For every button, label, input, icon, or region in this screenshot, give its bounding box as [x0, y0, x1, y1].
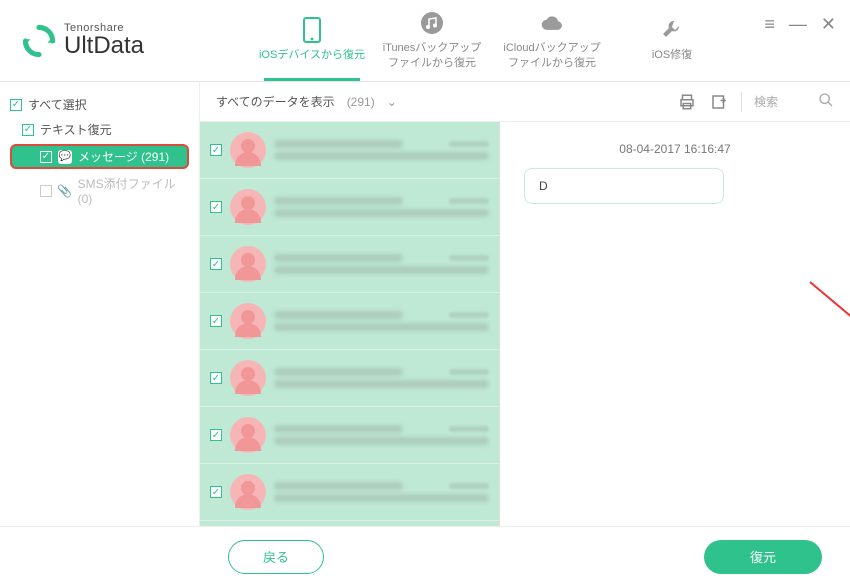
tree-messages[interactable]: ✓ 💬 メッセージ (291)	[10, 144, 189, 169]
list-item[interactable]: ✓	[200, 407, 499, 464]
checkbox-icon[interactable]: ✓	[40, 151, 52, 163]
tree-label: メッセージ (291)	[78, 148, 169, 165]
logo-icon	[22, 24, 56, 58]
sidebar: ✓ すべて選択 ✓ テキスト復元 ✓ 💬 メッセージ (291) ✓ 📎 SMS…	[0, 82, 200, 526]
phone-icon	[300, 18, 324, 42]
music-disc-icon	[420, 11, 444, 35]
list-item[interactable]: ✓	[200, 464, 499, 521]
tab-label: iTunesバックアップ ファイルから復元	[383, 41, 482, 70]
checkbox-icon[interactable]: ✓	[210, 315, 222, 327]
header: Tenorshare UltData iOSデバイスから復元 iTunesバック…	[0, 0, 850, 82]
tab-label: iCloudバックアップ ファイルから復元	[503, 41, 600, 70]
list-item[interactable]: ✓	[200, 236, 499, 293]
annotation-arrow	[800, 272, 850, 526]
tab-label: iOSデバイスから復元	[259, 48, 365, 62]
cloud-icon	[540, 11, 564, 35]
checkbox-icon[interactable]: ✓	[10, 99, 22, 111]
tree-text-recovery[interactable]: ✓ テキスト復元	[0, 117, 199, 142]
brand-big: UltData	[64, 34, 144, 58]
back-button[interactable]: 戻る	[228, 540, 324, 574]
checkbox-icon[interactable]: ✓	[210, 201, 222, 213]
message-bubble: D	[524, 168, 724, 204]
avatar	[230, 246, 266, 282]
avatar	[230, 189, 266, 225]
detail-timestamp: 08-04-2017 16:16:47	[524, 142, 826, 156]
attachment-icon: 📎	[58, 184, 72, 198]
message-icon: 💬	[58, 150, 72, 164]
checkbox-icon[interactable]: ✓	[210, 372, 222, 384]
tab-label: iOS修復	[652, 48, 692, 62]
list-item[interactable]: ✓	[200, 350, 499, 407]
checkbox-icon[interactable]: ✓	[210, 429, 222, 441]
restore-button[interactable]: 復元	[704, 540, 822, 574]
checkbox-icon[interactable]: ✓	[210, 486, 222, 498]
list-item[interactable]: ✓	[200, 122, 499, 179]
list-item[interactable]: ✓	[200, 293, 499, 350]
tree-select-all[interactable]: ✓ すべて選択	[0, 92, 199, 117]
content-body: ✓ ✓ ✓ ✓ ✓ ✓ ✓ ✓ ✓ ✓ ✓ 08-04-2017 16:16:4…	[200, 122, 850, 526]
tab-ios-device[interactable]: iOSデバイスから復元	[252, 0, 372, 81]
menu-icon[interactable]: ≡	[764, 14, 775, 35]
content-toolbar: すべてのデータを表示 (291) ⌄ 検索	[200, 82, 850, 122]
tab-icloud[interactable]: iCloudバックアップ ファイルから復元	[492, 0, 612, 81]
minimize-icon[interactable]: —	[789, 14, 807, 35]
tab-ios-repair[interactable]: iOS修復	[612, 0, 732, 81]
message-list[interactable]: ✓ ✓ ✓ ✓ ✓ ✓ ✓ ✓ ✓ ✓ ✓	[200, 122, 500, 526]
filter-count: (291)	[347, 95, 375, 109]
tree-sms-attach[interactable]: ✓ 📎 SMS添付ファイル (0)	[0, 171, 199, 210]
checkbox-icon[interactable]: ✓	[210, 144, 222, 156]
list-item[interactable]: ✓	[200, 179, 499, 236]
tree-label: テキスト復元	[40, 121, 112, 138]
window-controls: ≡ — ✕	[764, 14, 836, 35]
checkbox-icon[interactable]: ✓	[210, 258, 222, 270]
footer: 戻る 復元	[0, 526, 850, 586]
filter-label[interactable]: すべてのデータを表示	[216, 93, 335, 110]
avatar	[230, 303, 266, 339]
checkbox-icon[interactable]: ✓	[40, 185, 52, 197]
avatar	[230, 360, 266, 396]
message-detail: 08-04-2017 16:16:47 D	[500, 122, 850, 526]
search-box[interactable]: 検索	[754, 92, 834, 111]
chevron-down-icon[interactable]: ⌄	[387, 95, 397, 109]
print-icon[interactable]	[677, 92, 697, 112]
avatar	[230, 474, 266, 510]
tree-label: すべて選択	[28, 96, 87, 113]
search-placeholder: 検索	[754, 93, 778, 110]
nav-tabs: iOSデバイスから復元 iTunesバックアップ ファイルから復元 iCloud…	[252, 0, 732, 81]
export-icon[interactable]	[709, 92, 729, 112]
checkbox-icon[interactable]: ✓	[22, 124, 34, 136]
close-icon[interactable]: ✕	[821, 14, 836, 35]
main: ✓ すべて選択 ✓ テキスト復元 ✓ 💬 メッセージ (291) ✓ 📎 SMS…	[0, 82, 850, 526]
avatar	[230, 417, 266, 453]
tab-itunes[interactable]: iTunesバックアップ ファイルから復元	[372, 0, 492, 81]
content: すべてのデータを表示 (291) ⌄ 検索 ✓ ✓	[200, 82, 850, 526]
logo: Tenorshare UltData	[12, 23, 212, 58]
search-icon[interactable]	[818, 92, 834, 111]
wrench-icon	[660, 18, 684, 42]
tree-label: SMS添付ファイル (0)	[78, 175, 189, 206]
avatar	[230, 132, 266, 168]
